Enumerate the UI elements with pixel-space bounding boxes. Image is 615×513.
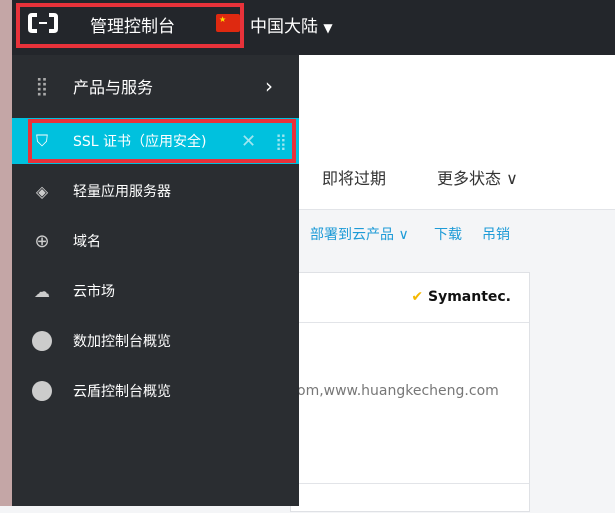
globe-icon: ⊕ [34, 230, 50, 252]
cert-domains: om,www.huangkecheng.com [297, 383, 499, 399]
window-edge [0, 0, 12, 506]
chevron-down-icon: ∨ [506, 169, 518, 188]
sidebar-item-yundun[interactable]: 云盾控制台概览 [12, 368, 299, 414]
sidebar-item-products[interactable]: ⣿ 产品与服务 › [12, 63, 299, 109]
region-selector[interactable]: 中国大陆 ▼ [250, 12, 333, 37]
sidebar-item-shujia[interactable]: 数加控制台概览 [12, 318, 299, 364]
brand-label: Symantec. [427, 289, 511, 305]
sidebar-item-ssl[interactable]: ⛉ SSL 证书（应用安全) ✕ ⣿ [12, 118, 299, 164]
item-label: 轻量应用服务器 [73, 184, 171, 200]
circle-icon [32, 331, 52, 351]
aliyun-logo-icon[interactable] [28, 12, 58, 34]
chevron-right-icon: › [265, 74, 273, 98]
top-bar: 管理控制台 ★ 中国大陆 ▼ [12, 0, 615, 55]
console-title[interactable]: 管理控制台 [90, 12, 175, 37]
symantec-logo: ✔ Symantec. [411, 289, 511, 305]
shield-icon: ⛉ [35, 131, 48, 150]
check-icon: ✔ [411, 289, 424, 305]
item-label: 数加控制台概览 [73, 334, 171, 350]
layers-icon: ◈ [35, 181, 49, 201]
item-label: 云盾控制台概览 [73, 384, 171, 400]
ssl-label: SSL 证书（应用安全) [73, 134, 207, 150]
deploy-label: 部署到云产品 [310, 227, 394, 243]
grid-icon: ⣿ [35, 75, 49, 97]
products-label: 产品与服务 [73, 78, 154, 97]
download-link[interactable]: 下载 [434, 224, 462, 244]
card-footer [291, 483, 529, 513]
caret-down-icon: ▼ [323, 21, 333, 35]
tab-more-status[interactable]: 更多状态 ∨ [437, 165, 518, 189]
item-label: 域名 [73, 234, 101, 250]
tab-expiring[interactable]: 即将过期 [322, 165, 386, 189]
sidebar-item-domain[interactable]: ⊕ 域名 [12, 218, 299, 264]
certificate-card: ✔ Symantec. om,www.huangkecheng.com [290, 272, 530, 512]
circle-icon [32, 381, 52, 401]
sidebar-item-light-server[interactable]: ◈ 轻量应用服务器 [12, 168, 299, 214]
market-icon: ☁ [34, 281, 50, 301]
tab-more-label: 更多状态 [437, 169, 502, 188]
item-label: 云市场 [73, 284, 115, 300]
drag-handle-icon[interactable]: ⣿ [275, 132, 287, 151]
region-label: 中国大陆 [250, 17, 318, 37]
close-icon[interactable]: ✕ [241, 131, 256, 152]
revoke-link[interactable]: 吊销 [482, 224, 510, 244]
sidebar: ⣿ 产品与服务 › ⛉ SSL 证书（应用安全) ✕ ⣿ ◈ 轻量应用服务器 ⊕ 域… [12, 55, 299, 506]
sidebar-item-market[interactable]: ☁ 云市场 [12, 268, 299, 314]
deploy-link[interactable]: 部署到云产品 ∨ [310, 224, 409, 244]
china-flag-icon: ★ [216, 14, 240, 32]
